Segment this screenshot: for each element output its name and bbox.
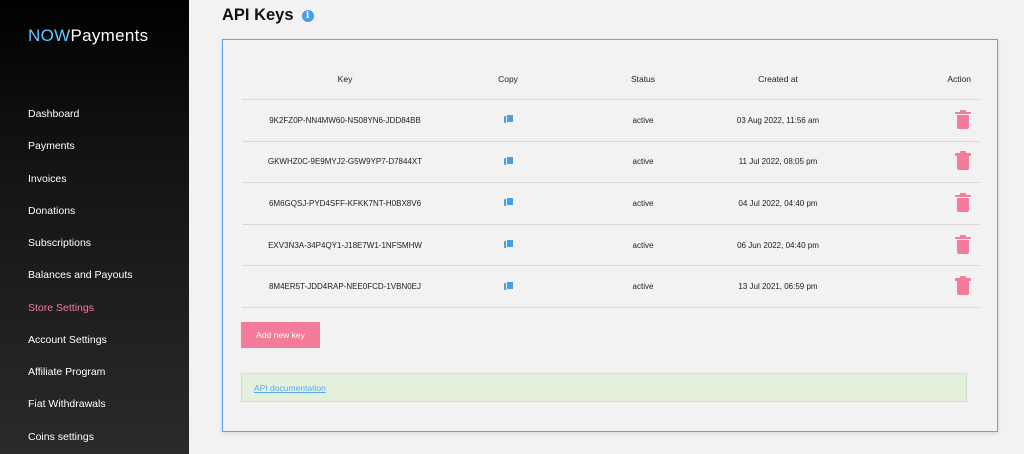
api-key-value: EXV3N3A-34P4QY1-J18E7W1-1NFSMHW	[268, 240, 422, 250]
api-key-value: 8M4ER5T-JDD4RAP-NEE0FCD-1VBN0EJ	[268, 282, 422, 292]
created-at-value: 03 Aug 2022, 11:56 am	[736, 115, 820, 125]
table-header: Key Copy Status Created at Action	[242, 59, 979, 100]
copy-icon[interactable]	[503, 114, 514, 124]
trash-icon[interactable]	[955, 109, 971, 129]
copy-cell	[448, 155, 568, 168]
trash-icon[interactable]	[955, 234, 971, 254]
copy-icon[interactable]	[503, 239, 514, 249]
header-created-at: Created at	[758, 74, 798, 84]
copy-cell	[448, 280, 568, 293]
table-row: 9K2FZ0P-NN4MW60-NS08YN6-JDD84BB active 0…	[242, 100, 979, 142]
sidebar-item-subscriptions[interactable]: Subscriptions	[28, 237, 91, 249]
status-value: active	[632, 115, 654, 125]
sidebar-item-store-settings[interactable]: Store Settings	[28, 302, 94, 314]
api-keys-panel: Key Copy Status Created at Action 9K2FZ0…	[222, 39, 998, 432]
created-at-value: 13 Jul 2021, 06:59 pm	[738, 282, 818, 292]
copy-icon[interactable]	[503, 155, 514, 166]
add-new-key-button[interactable]: Add new key	[241, 322, 320, 348]
info-icon[interactable]: i	[301, 9, 314, 22]
trash-icon[interactable]	[955, 151, 971, 171]
header-action: Action	[947, 74, 971, 84]
action-cell	[838, 151, 979, 172]
status-value: active	[632, 198, 654, 208]
page-title: API Keys i	[222, 6, 314, 25]
brand-now: NOW	[28, 26, 71, 45]
created-at-value: 04 Jul 2022, 04:40 pm	[738, 198, 818, 208]
action-cell	[838, 192, 979, 214]
api-key-value: 9K2FZ0P-NN4MW60-NS08YN6-JDD84BB	[269, 115, 421, 125]
header-copy: Copy	[498, 74, 518, 84]
status-value: active	[632, 282, 654, 292]
trash-icon[interactable]	[955, 276, 971, 296]
status-value: active	[632, 157, 654, 167]
sidebar-item-affiliate-program[interactable]: Affiliate Program	[28, 366, 105, 378]
api-key-value: 6M6GQSJ-PYD4SFF-KFKK7NT-H0BX8V6	[268, 198, 422, 208]
table-row: EXV3N3A-34P4QY1-J18E7W1-1NFSMHW active 0…	[242, 225, 979, 267]
sidebar-item-donations[interactable]: Donations	[28, 205, 75, 217]
sidebar: NOWPayments Dashboard Payments Invoices …	[0, 0, 189, 454]
copy-icon[interactable]	[503, 197, 514, 207]
api-documentation-box: API documentation	[241, 373, 967, 402]
brand-payments: Payments	[70, 26, 149, 45]
action-cell	[838, 109, 979, 131]
api-documentation-link[interactable]: API documentation	[254, 383, 326, 393]
created-at-value: 06 Jun 2022, 04:40 pm	[737, 240, 819, 250]
trash-icon[interactable]	[955, 192, 971, 212]
sidebar-item-account-settings[interactable]: Account Settings	[28, 334, 107, 346]
sidebar-item-fiat-withdrawals[interactable]: Fiat Withdrawals	[28, 398, 106, 410]
header-key: Key	[337, 74, 353, 84]
brand-logo[interactable]: NOWPayments	[28, 26, 148, 46]
sidebar-item-dashboard[interactable]: Dashboard	[28, 108, 79, 120]
table-row: 8M4ER5T-JDD4RAP-NEE0FCD-1VBN0EJ active 1…	[242, 266, 979, 308]
sidebar-item-coins-settings[interactable]: Coins settings	[28, 431, 94, 443]
api-keys-table: Key Copy Status Created at Action 9K2FZ0…	[242, 59, 979, 308]
action-cell	[838, 234, 979, 256]
api-key-value: GKWHZ0C-9E9MYJ2-G5W9YP7-D7844XT	[267, 157, 423, 167]
table-row: 6M6GQSJ-PYD4SFF-KFKK7NT-H0BX8V6 active 0…	[242, 183, 979, 225]
copy-cell	[448, 239, 568, 251]
copy-cell	[448, 197, 568, 209]
sidebar-item-balances-payouts[interactable]: Balances and Payouts	[28, 269, 133, 281]
header-status: Status	[630, 74, 656, 84]
table-row: GKWHZ0C-9E9MYJ2-G5W9YP7-D7844XT active 1…	[242, 142, 979, 184]
sidebar-item-payments[interactable]: Payments	[28, 140, 75, 152]
copy-icon[interactable]	[503, 280, 514, 291]
status-value: active	[632, 240, 654, 250]
action-cell	[838, 276, 979, 297]
sidebar-item-invoices[interactable]: Invoices	[28, 173, 67, 185]
copy-cell	[448, 114, 568, 126]
page-title-text: API Keys	[222, 6, 294, 24]
created-at-value: 11 Jul 2022, 08:05 pm	[738, 157, 818, 167]
